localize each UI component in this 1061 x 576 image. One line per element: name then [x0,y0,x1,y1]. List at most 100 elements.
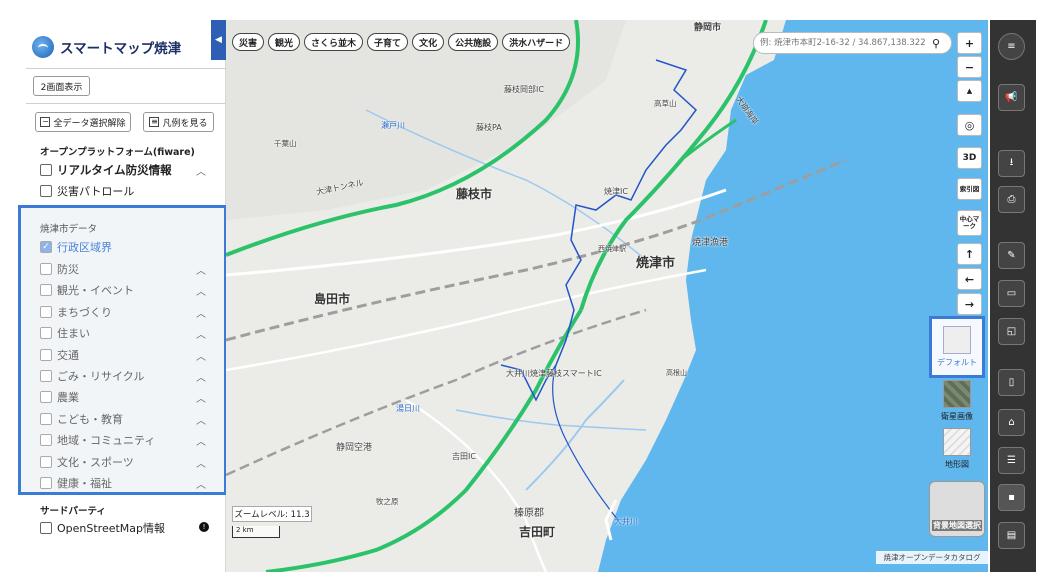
checkbox[interactable] [40,349,52,361]
third-party-title: サードパーティ [40,506,106,517]
ruler-icon[interactable]: ▭ [998,280,1025,307]
checkbox[interactable] [40,434,52,446]
river [525,379,625,491]
search-input[interactable] [760,38,932,48]
chevron-up-icon[interactable]: ︿ [196,283,206,298]
city-item[interactable]: 農業 [40,388,79,406]
compass-button[interactable]: ▲ [957,80,982,102]
checkbox[interactable] [40,164,52,176]
clear-all-button[interactable]: − 全データ選択解除 [35,112,131,132]
basemap-select-label: 背景地図選択 [932,520,982,531]
city-item[interactable]: 住まい [40,324,90,342]
checkbox[interactable] [40,306,52,318]
checkbox[interactable] [40,477,52,489]
basemap-label: デフォルト [937,358,977,367]
place-label: 焼津市 [636,256,676,271]
app-title: スマートマップ焼津 [60,41,182,57]
chevron-up-icon[interactable]: ︿ [196,476,206,491]
tab-public-facility[interactable]: 公共施設 [448,33,499,51]
tab-culture[interactable]: 文化 [412,33,445,51]
checkbox[interactable] [40,327,52,339]
city-item[interactable]: ごみ・リサイクル [40,367,144,385]
realtime-disaster-item[interactable]: リアルタイム防災情報 [40,161,172,179]
area-icon[interactable]: ◱ [998,318,1025,345]
chevron-up-icon[interactable]: ︿ [196,455,206,470]
checkbox[interactable] [40,263,52,275]
3d-button[interactable]: 3D [957,147,982,169]
index-map-button[interactable]: 索引図 [957,178,982,200]
osm-item[interactable]: OpenStreetMap情報 [40,519,165,537]
document-icon[interactable]: ▤ [998,522,1025,549]
basemap-default[interactable]: デフォルト [929,316,985,378]
city-item[interactable]: 文化・スポーツ [40,453,134,471]
panel-collapse-button[interactable]: ◀ [211,20,226,60]
print-icon[interactable]: ⎙ [998,186,1025,213]
place-label: 牧之原 [376,497,399,506]
place-label: 西焼津駅 [598,245,626,253]
info-icon[interactable]: ! [199,522,209,532]
chevron-up-icon[interactable]: ︿ [196,390,206,405]
attribution[interactable]: 焼津オープンデータカタログ [876,551,988,564]
checkbox[interactable] [40,413,52,425]
home-icon[interactable]: ⌂ [998,409,1025,436]
chevron-up-icon[interactable]: ︿ [196,326,206,341]
checkbox[interactable] [40,456,52,468]
zoom-out-button[interactable]: − [957,56,982,78]
map-canvas[interactable]: 藤枝市 焼津市 島田市 吉田町 榛原郡 静岡空港 焼津漁港 大井川焼津藤枝スマー… [226,20,988,572]
tab-disaster[interactable]: 災害 [232,33,265,51]
city-item[interactable]: 観光・イベント [40,281,134,299]
chevron-up-icon[interactable]: ︿ [196,369,206,384]
search-icon[interactable]: ⚲ [932,37,940,50]
checkbox[interactable] [40,522,52,534]
city-item[interactable]: 健康・福祉 [40,474,112,492]
checkbox[interactable] [40,284,52,296]
chevron-up-icon[interactable]: ︿ [196,163,206,178]
center-mark-button[interactable]: 中心マーク [957,210,982,236]
disaster-patrol-item[interactable]: 災害パトロール [40,182,134,200]
layer-icon[interactable]: ▪ [998,484,1025,511]
basemap-satellite[interactable]: 衛星画像 [929,380,985,422]
app-window: スマートマップ焼津 2画面表示 − 全データ選択解除 ≡ 凡例を見る オープンプラッ… [0,0,1061,576]
chevron-up-icon[interactable]: ︿ [196,412,206,427]
checkbox[interactable] [40,391,52,403]
city-item[interactable]: まちづくり [40,303,112,321]
basemap-terrain[interactable]: 地形図 [929,428,985,470]
pan-left-button[interactable]: ← [957,268,982,290]
place-label: 藤枝PA [476,123,502,132]
tab-sakura[interactable]: さくら並木 [304,33,364,51]
city-item[interactable]: 防災 [40,260,79,278]
tab-tourism[interactable]: 観光 [268,33,301,51]
pan-up-button[interactable]: ↑ [957,243,982,265]
city-item[interactable]: 地域・コミュニティ [40,431,155,449]
item-label: リアルタイム防災情報 [57,163,172,177]
tab-childcare[interactable]: 子育て [367,33,409,51]
megaphone-icon[interactable]: 📢 [998,84,1025,111]
item-label: 防災 [57,263,79,276]
chevron-up-icon[interactable]: ︿ [196,305,206,320]
chevron-up-icon[interactable]: ︿ [196,433,206,448]
checkbox-checked[interactable]: ✓ [40,241,52,253]
chevron-up-icon[interactable]: ︿ [196,262,206,277]
menu-icon[interactable]: ≡ [998,33,1025,60]
legend-button[interactable]: ≡ 凡例を見る [143,112,214,132]
basemap-label: 地形図 [945,460,969,469]
checkbox[interactable] [40,185,52,197]
admin-boundary-item[interactable]: ✓ 行政区域界 [40,238,112,256]
river [455,409,647,431]
tab-flood-hazard[interactable]: 洪水ハザード [502,33,571,51]
basemap-select-button[interactable]: 背景地図選択 [929,481,985,537]
dual-view-button[interactable]: 2画面表示 [33,76,90,96]
book-icon[interactable]: ▯ [998,369,1025,396]
download-icon[interactable]: ⭳ [998,150,1025,177]
database-icon[interactable]: ☰ [998,447,1025,474]
pan-right-button[interactable]: → [957,293,982,315]
draw-icon[interactable]: ✎ [998,242,1025,269]
chevron-up-icon[interactable]: ︿ [196,348,206,363]
item-label: 行政区域界 [57,241,112,254]
zoom-in-button[interactable]: + [957,32,982,54]
city-item[interactable]: こども・教育 [40,410,123,428]
checkbox[interactable] [40,370,52,382]
triangle-left-icon: ◀ [215,35,222,45]
city-item[interactable]: 交通 [40,346,79,364]
locate-button[interactable]: ◎ [957,114,982,136]
